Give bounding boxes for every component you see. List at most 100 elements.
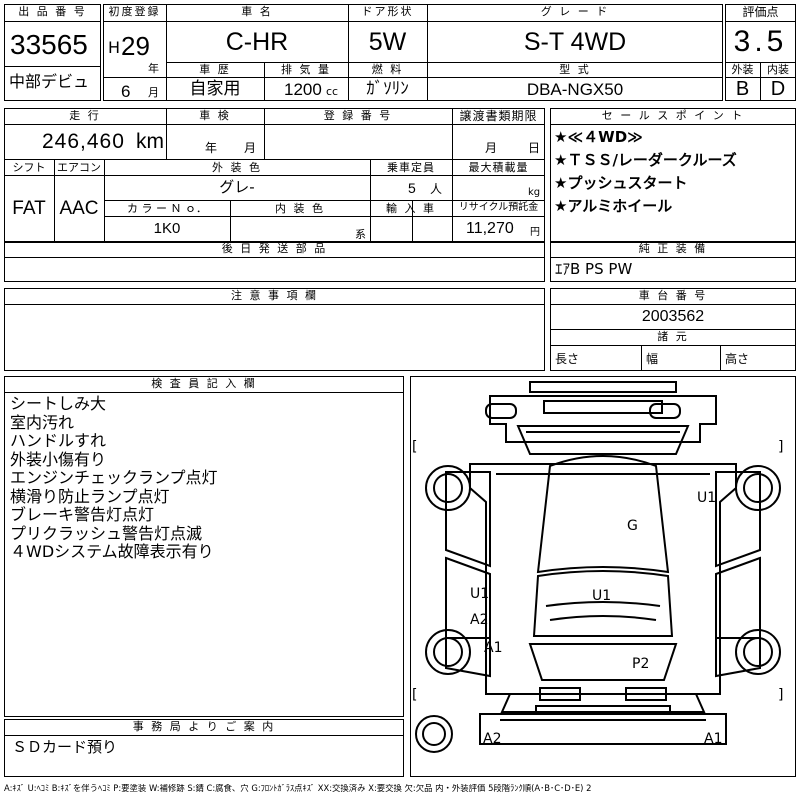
inspector-line: プリクラッシュ警告灯点滅: [10, 523, 203, 543]
sales-point-item: ★ＴＳＳ/レーダークルーズ: [554, 151, 737, 169]
model-header: 型 式: [559, 63, 591, 76]
exterior-color-header: 外 装 色: [212, 161, 262, 174]
car-diagram: [415, 381, 781, 753]
color-no-value: 1K0: [153, 220, 181, 237]
inspector-line: ハンドルすれ: [10, 431, 107, 450]
recycle-header: リサイクル預託金: [458, 202, 539, 213]
history-value: 自家用: [189, 79, 241, 99]
dimensions-header: 諸 元: [657, 330, 689, 343]
damage-mark: A2: [483, 731, 502, 747]
dimension-height: 高さ: [725, 352, 750, 366]
ext-rating: B: [735, 78, 750, 100]
capacity-value: 5: [408, 180, 416, 196]
inspector-line: シートしみ大: [10, 394, 107, 413]
damage-mark: A1: [484, 640, 503, 656]
exterior-color-value: グレ-: [219, 178, 255, 196]
bracket-left: [: [412, 687, 418, 703]
damage-mark: U1: [470, 586, 490, 602]
inspector-line: 外装小傷有り: [10, 449, 107, 469]
grade-header: グ レ ー ド: [540, 5, 610, 18]
inspector-line: エンジンチェックランプ点灯: [10, 468, 218, 487]
mileage-unit: km: [136, 130, 164, 153]
lot-number: 33565: [10, 29, 88, 60]
shift-value: FAT: [12, 198, 46, 219]
model-value: DBA-NGX50: [526, 80, 624, 99]
rating-value: 3.5: [733, 25, 788, 58]
rating-header: 評価点: [742, 5, 779, 19]
inspector-line: 室内汚れ: [10, 412, 75, 432]
office-header: 事 務 局 よ り ご 案 内: [132, 720, 276, 733]
door-value: 5W: [368, 28, 407, 56]
grade-value: S-T 4WD: [523, 28, 627, 56]
fuel-header: 燃 料: [371, 63, 404, 76]
import-header: 輸 入 車: [386, 202, 436, 215]
inspection-header: 車 検: [199, 109, 231, 122]
displacement-unit: cc: [326, 85, 339, 98]
genuine-header: 純 正 装 備: [638, 242, 708, 255]
ext-header: 外装: [731, 63, 754, 76]
car-name-header: 車 名: [241, 5, 273, 18]
recycle-unit: 円: [530, 227, 540, 238]
transfer-header: 譲渡書類期限: [459, 109, 538, 123]
first-reg-year: 29: [121, 31, 150, 61]
inspector-lines: シートしみ大 室内汚れ ハンドルすれ 外装小傷有り エンジンチェックランプ点灯 …: [10, 394, 218, 562]
dimension-length: 長さ: [555, 352, 580, 366]
debut-label: 中部デビュ: [9, 72, 90, 91]
inspection-month-unit: 月: [244, 141, 257, 155]
genuine-value: ｴｱB PS PW: [555, 260, 633, 278]
damage-mark: G: [627, 518, 638, 534]
int-rating: D: [770, 78, 786, 100]
capacity-header: 乗車定員: [387, 161, 435, 174]
sales-point-item: ★プッシュスタート: [554, 174, 688, 192]
color-no-header: カ ラ ー Ｎ ｏ．: [127, 202, 207, 215]
chassis-header: 車 台 番 号: [638, 289, 708, 302]
dimension-width: 幅: [646, 352, 659, 366]
transfer-day-unit: 日: [528, 141, 541, 155]
damage-mark: A1: [704, 731, 723, 747]
office-value: ＳＤカード預り: [12, 738, 118, 756]
later-parts-header: 後 日 発 送 部 品: [221, 242, 328, 255]
lot-header: 出 品 番 号: [18, 5, 87, 18]
year-unit: 年: [148, 62, 159, 75]
door-header: ドア形状: [361, 5, 414, 18]
displacement-value: 1200: [284, 80, 322, 99]
aircon-header: エアコン: [57, 161, 101, 174]
first-reg-era: H: [108, 38, 121, 57]
shift-header: シフト: [12, 161, 46, 174]
damage-mark: A2: [470, 612, 489, 628]
sales-points-header: セ ー ル ス ポ イ ン ト: [601, 109, 745, 122]
mileage-value: 246,460: [42, 130, 125, 153]
notes-header: 注 意 事 項 欄: [231, 289, 318, 302]
damage-mark: U1: [592, 588, 612, 604]
car-name: C-HR: [225, 28, 289, 56]
damage-mark: U1: [697, 490, 717, 506]
bracket-right: ]: [778, 439, 784, 455]
fuel-value: ｶﾞｿﾘﾝ: [366, 79, 409, 99]
max-load-unit: kg: [528, 187, 541, 198]
int-header: 内装: [767, 63, 789, 76]
chassis-number: 2003562: [641, 308, 705, 325]
registration-header: 登 録 番 号: [323, 109, 393, 122]
history-header: 車 歴: [199, 63, 231, 76]
recycle-value: 11,270: [466, 220, 514, 237]
inspection-year-unit: 年: [205, 141, 218, 155]
inspector-line: ブレーキ警告灯点灯: [10, 505, 155, 524]
max-load-header: 最大積載量: [468, 161, 529, 174]
transfer-month-unit: 月: [485, 141, 498, 155]
sales-point-item: ★アルミホイール: [554, 197, 673, 215]
month-unit: 月: [148, 86, 159, 99]
interior-color-header: 内 装 色: [275, 202, 325, 215]
sales-point-item: ★≪４WD≫: [554, 128, 643, 146]
inspector-header: 検 査 員 記 入 欄: [151, 377, 257, 390]
legend-text: A:ｷｽﾞ U:ﾍｺﾐ B:ｷｽﾞを伴うﾍｺﾐ P:要塗装 W:補修跡 S:錆 …: [4, 784, 592, 793]
bracket-right: ]: [778, 687, 784, 703]
mileage-header: 走 行: [69, 109, 101, 122]
inspector-line: ４WDシステム故障表示有り: [10, 542, 214, 561]
capacity-unit: 人: [430, 182, 443, 196]
aircon-value: AAC: [59, 198, 99, 219]
first-reg-month: 6: [121, 82, 131, 101]
displacement-header: 排 気 量: [281, 63, 331, 76]
inspector-line: 横滑り防止ランプ点灯: [10, 486, 170, 506]
first-reg-header: 初度登録: [108, 5, 161, 18]
interior-color-unit: 系: [355, 228, 366, 241]
